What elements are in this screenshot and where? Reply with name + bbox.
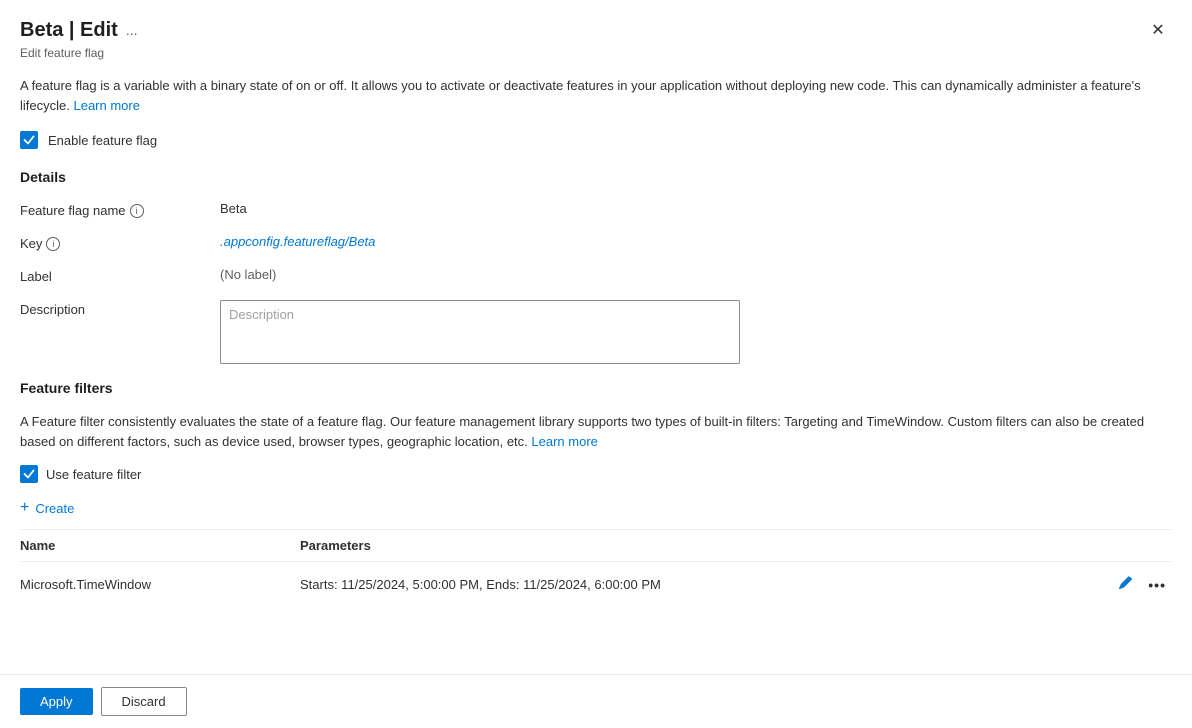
description-input[interactable] bbox=[220, 300, 740, 364]
details-section-title: Details bbox=[20, 169, 1172, 185]
use-feature-filter-checkbox[interactable] bbox=[20, 465, 38, 483]
learn-more-link-filters[interactable]: Learn more bbox=[531, 434, 597, 449]
feature-filters-title: Feature filters bbox=[20, 380, 1172, 396]
filter-name-cell: Microsoft.TimeWindow bbox=[20, 562, 300, 608]
panel-title-ellipsis[interactable]: ... bbox=[126, 22, 138, 38]
key-label: Key i bbox=[20, 234, 220, 251]
feature-flag-name-value: Beta bbox=[220, 201, 247, 216]
enable-feature-flag-row: Enable feature flag bbox=[20, 131, 1172, 149]
feature-flag-name-info-icon[interactable]: i bbox=[130, 204, 144, 218]
filters-info-text: A Feature filter consistently evaluates … bbox=[20, 412, 1172, 451]
edit-filter-button[interactable] bbox=[1113, 572, 1139, 597]
table-row: Microsoft.TimeWindow Starts: 11/25/2024,… bbox=[20, 562, 1172, 608]
key-row: Key i .appconfig.featureflag/Beta bbox=[20, 234, 1172, 251]
more-actions-button[interactable]: ••• bbox=[1142, 573, 1172, 597]
panel-footer: Apply Discard bbox=[0, 674, 1192, 728]
intro-text: A feature flag is a variable with a bina… bbox=[20, 76, 1172, 115]
create-label: Create bbox=[35, 501, 74, 516]
use-filter-row: Use feature filter bbox=[20, 465, 1172, 483]
panel-header: Beta | Edit ... ✕ Edit feature flag bbox=[0, 0, 1192, 60]
feature-flag-name-label: Feature flag name i bbox=[20, 201, 220, 218]
description-label: Description bbox=[20, 300, 220, 317]
col-params-header: Parameters bbox=[300, 530, 1112, 562]
filter-params-cell: Starts: 11/25/2024, 5:00:00 PM, Ends: 11… bbox=[300, 562, 1112, 608]
label-value: (No label) bbox=[220, 267, 276, 282]
discard-button[interactable]: Discard bbox=[101, 687, 187, 716]
filter-table: Name Parameters Microsoft.TimeWindow Sta… bbox=[20, 529, 1172, 607]
key-info-icon[interactable]: i bbox=[46, 237, 60, 251]
learn-more-link-intro[interactable]: Learn more bbox=[73, 98, 139, 113]
panel-content: A feature flag is a variable with a bina… bbox=[0, 60, 1192, 674]
col-name-header: Name bbox=[20, 530, 300, 562]
close-button[interactable]: ✕ bbox=[1144, 16, 1172, 44]
edit-panel: Beta | Edit ... ✕ Edit feature flag A fe… bbox=[0, 0, 1192, 728]
use-feature-filter-label: Use feature filter bbox=[46, 467, 141, 482]
feature-filters-section: Feature filters A Feature filter consist… bbox=[20, 380, 1172, 607]
panel-subtitle: Edit feature flag bbox=[20, 46, 1172, 60]
key-value: .appconfig.featureflag/Beta bbox=[220, 234, 375, 249]
panel-title: Beta | Edit bbox=[20, 19, 118, 42]
enable-feature-flag-label: Enable feature flag bbox=[48, 133, 157, 148]
apply-button[interactable]: Apply bbox=[20, 688, 93, 715]
label-row: Label (No label) bbox=[20, 267, 1172, 284]
plus-icon: + bbox=[20, 499, 29, 517]
feature-flag-name-row: Feature flag name i Beta bbox=[20, 201, 1172, 218]
label-label: Label bbox=[20, 267, 220, 284]
enable-feature-flag-checkbox[interactable] bbox=[20, 131, 38, 149]
create-filter-button[interactable]: + Create bbox=[20, 499, 1172, 517]
filter-actions-cell: ••• bbox=[1112, 562, 1172, 608]
description-row: Description bbox=[20, 300, 1172, 364]
